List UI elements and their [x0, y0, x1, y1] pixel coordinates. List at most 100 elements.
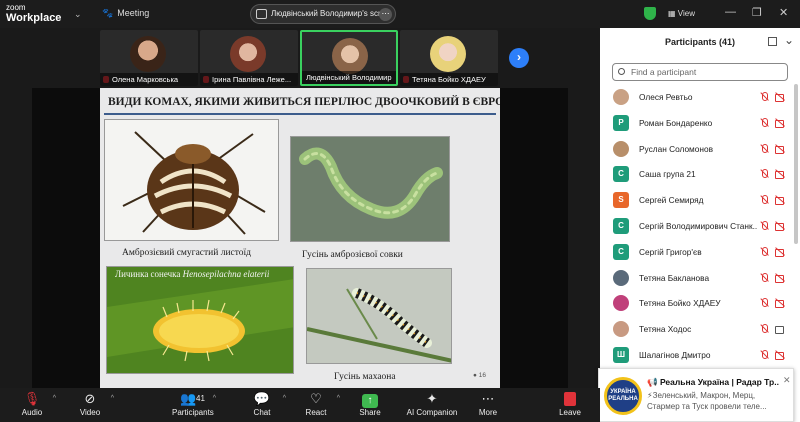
pop-out-icon[interactable] — [768, 37, 777, 46]
participant-search-input[interactable]: Find a participant — [612, 63, 788, 81]
zoom-logo: zoom Workplace — [6, 3, 62, 24]
view-button[interactable]: ▦ View — [668, 9, 695, 18]
participant-name: Шалагінов Дмитро — [639, 349, 711, 360]
participant-row[interactable]: Ш Шалагінов Дмитро — [600, 343, 794, 369]
next-page-arrow-icon[interactable]: › — [509, 48, 529, 68]
paw-icon: 🐾 — [102, 8, 114, 18]
participant-row[interactable]: Р Роман Бондаренко — [600, 111, 794, 137]
camera-off-icon — [775, 351, 786, 360]
participant-row[interactable]: Руслан Соломонов — [600, 137, 794, 163]
leave-button[interactable]: Leave — [550, 390, 590, 422]
participant-row[interactable]: С Сергій Володимирович Станк... — [600, 214, 794, 240]
leaf-beetle-photo — [104, 119, 279, 241]
participant-name: Руслан Соломонов — [639, 143, 713, 154]
chat-bubble-icon: 💬 — [253, 391, 271, 406]
camera-off-icon — [775, 248, 786, 257]
camera-off-icon — [775, 119, 786, 128]
participant-row[interactable]: Тетяна Ходос — [600, 317, 794, 343]
video-tile[interactable]: Олена Марковська — [100, 30, 198, 86]
swallowtail-caterpillar-photo — [306, 268, 452, 364]
zoom-window: zoom Workplace ⌄ 🐾 Meeting Людвінський Во… — [0, 0, 800, 422]
caption-ladybird-larva: Личинка сонечка Henosepilachna elaterii — [115, 269, 270, 279]
participants-button[interactable]: 👥 41 Participants ^ — [172, 390, 216, 422]
participant-row[interactable]: Олеся Ревтьо — [600, 85, 794, 111]
participant-name: Роман Бондаренко — [639, 117, 713, 128]
mic-muted-icon — [760, 220, 769, 231]
avatar — [613, 295, 629, 312]
participant-name: Сергій Григор'єв — [639, 246, 702, 257]
video-tile-active-speaker[interactable]: Людвінський Володимир — [300, 30, 398, 86]
panel-scrollbar[interactable] — [794, 84, 798, 244]
camera-off-icon — [775, 196, 786, 206]
presentation-slide: ВИДИ КОМАХ, ЯКИМИ ЖИВИТЬСЯ ПЕРІЛЮС ДВООЧ… — [100, 88, 500, 388]
participant-video — [130, 36, 166, 72]
screen-share-indicator[interactable]: Людвінський Володимир's scree ⋯ — [250, 4, 396, 24]
chevron-down-icon[interactable]: ⌄ — [74, 9, 84, 19]
chevron-up-icon[interactable]: ^ — [111, 395, 114, 402]
chevron-up-icon[interactable]: ^ — [283, 395, 286, 402]
close-panel-icon[interactable]: ⌄ — [784, 33, 794, 47]
participant-row[interactable]: С Саша група 21 — [600, 162, 794, 188]
share-arrow-icon: ↑ — [362, 394, 378, 408]
notification-title: 📢 Реальна Україна | Радар Тр... — [647, 377, 779, 387]
participant-name: Сергій Володимирович Станк... — [639, 220, 757, 231]
meeting-toolbar: 🎙 Audio ^ ⊘ Video ^ 👥 41 Participants ^ … — [0, 388, 600, 422]
ai-companion-button[interactable]: ✦ AI Companion — [406, 390, 458, 422]
camera-off-icon — [775, 93, 786, 102]
avatar: Р — [613, 114, 629, 131]
minimize-icon[interactable]: — — [725, 6, 736, 18]
chevron-up-icon[interactable]: ^ — [53, 395, 56, 402]
sparkle-icon: ✦ — [426, 391, 438, 406]
ladybird-larva-photo: Личинка сонечка Henosepilachna elaterii — [106, 266, 294, 374]
chevron-up-icon[interactable]: ^ — [213, 395, 216, 402]
shield-icon[interactable] — [644, 7, 656, 20]
meeting-tab[interactable]: 🐾 Meeting — [102, 8, 149, 19]
slide-page-number: ● 16 — [473, 372, 486, 379]
mic-muted-icon — [760, 117, 769, 128]
video-tile[interactable]: Тетяна Бойко ХДАЕУ — [400, 30, 498, 86]
close-window-icon[interactable]: ✕ — [779, 6, 788, 19]
participant-name: Тетяна Бойко ХДАЕУ — [639, 298, 721, 309]
caption-armyworm: Гусінь амброзієвої совки — [302, 250, 403, 260]
participant-row[interactable]: Тетяна Бойко ХДАЕУ — [600, 291, 794, 317]
channel-logo: УКРАЇНА РЕАЛЬНА — [604, 377, 642, 415]
chevron-up-icon[interactable]: ^ — [337, 395, 340, 402]
people-icon: 👥 — [180, 391, 197, 406]
search-icon — [618, 68, 625, 75]
participant-row[interactable]: С Сергій Григор'єв — [600, 240, 794, 266]
camera-off-icon — [775, 145, 786, 154]
video-button[interactable]: ⊘ Video ^ — [70, 390, 114, 422]
more-options-icon[interactable]: ⋯ — [379, 8, 392, 21]
view-grid-icon: ▦ — [668, 9, 678, 18]
share-screen-button[interactable]: ↑ Share — [350, 390, 390, 422]
notification-toast[interactable]: УКРАЇНА РЕАЛЬНА 📢 Реальна Україна | Радар… — [598, 368, 794, 422]
camera-off-icon: ⊘ — [84, 391, 96, 406]
camera-off-icon — [775, 274, 786, 283]
restore-icon[interactable]: ❐ — [752, 6, 762, 19]
participant-row[interactable]: S Сергей Семиряд — [600, 188, 794, 214]
avatar: С — [613, 166, 629, 183]
react-button[interactable]: ♡ React ^ — [296, 390, 340, 422]
mic-muted-icon — [760, 272, 769, 283]
panel-header: Participants (41) ⌄ — [600, 28, 800, 56]
video-tile[interactable]: Ірина Павлівна Леже... — [200, 30, 298, 86]
mic-muted-icon — [760, 324, 769, 334]
close-notification-icon[interactable]: ✕ — [783, 375, 791, 386]
chat-button[interactable]: 💬 Chat ^ — [242, 390, 286, 422]
participant-video — [430, 36, 466, 72]
more-button[interactable]: ⋯ More — [468, 390, 508, 422]
avatar: Ш — [613, 346, 629, 363]
participant-video — [332, 38, 368, 74]
mic-muted-icon — [760, 246, 769, 257]
audio-button[interactable]: 🎙 Audio ^ — [12, 390, 56, 422]
participant-name: Тетяна Бакланова — [639, 272, 710, 283]
participant-row[interactable]: Тетяна Бакланова — [600, 266, 794, 292]
mic-muted-icon — [760, 195, 769, 205]
camera-off-icon — [775, 170, 786, 180]
avatar: С — [613, 217, 629, 234]
camera-off-icon — [775, 222, 786, 231]
title-bar: zoom Workplace ⌄ 🐾 Meeting Людвінський Во… — [0, 0, 800, 28]
avatar: S — [613, 192, 629, 209]
title-divider — [104, 113, 496, 115]
participant-name: Олеся Ревтьо — [639, 92, 693, 102]
